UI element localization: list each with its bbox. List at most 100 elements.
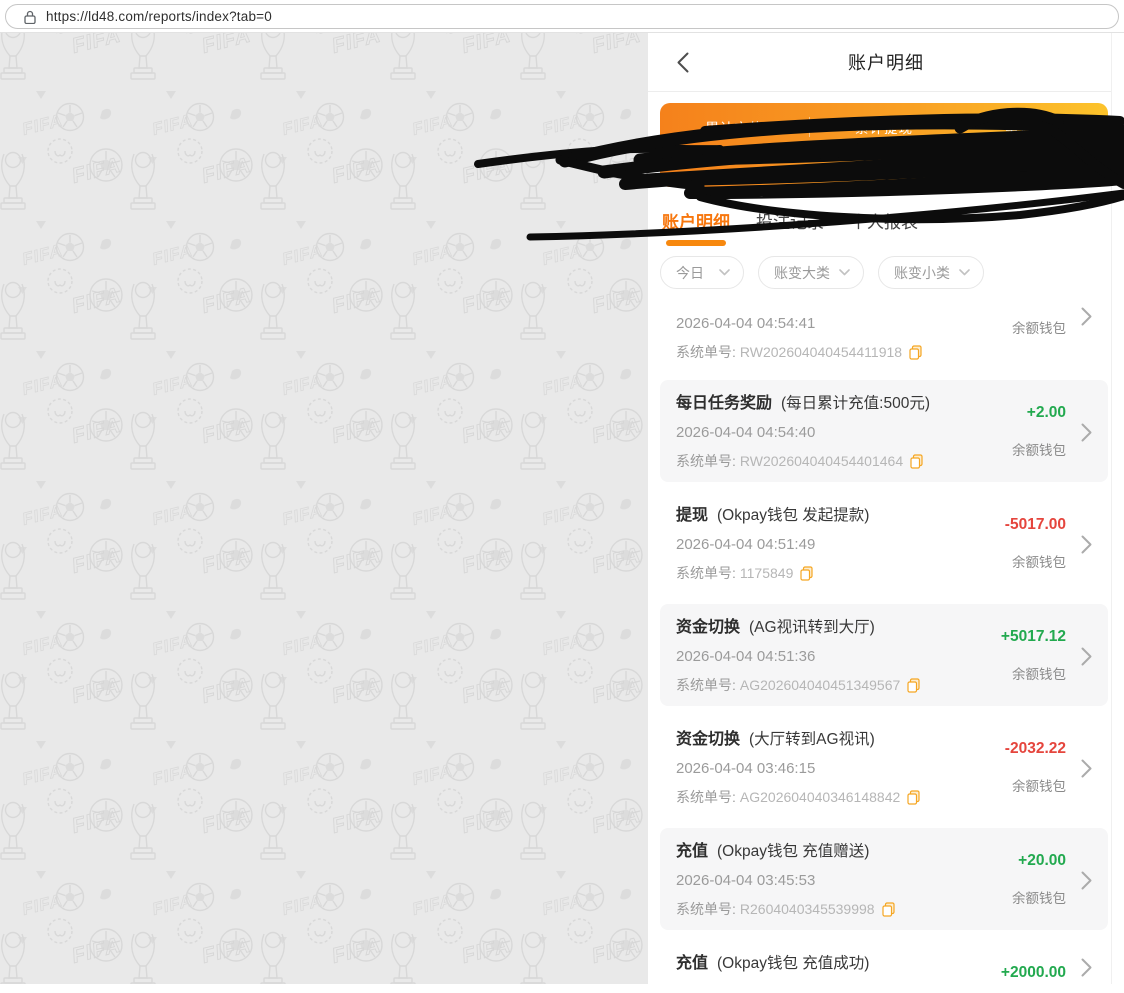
summary-label: 累计充值 [660, 117, 809, 137]
chevron-down-icon [719, 269, 730, 276]
transaction-datetime: 2026-04-04 04:54:41 [676, 314, 982, 334]
padlock-icon [24, 10, 36, 24]
chevron-left-icon [677, 52, 689, 73]
tab-1[interactable]: 账户明细 [662, 208, 730, 246]
order-number-label: 系统单号: [676, 675, 736, 695]
copy-icon[interactable] [907, 678, 920, 693]
chevron-down-icon [959, 269, 970, 276]
order-number-label: 系统单号: [676, 451, 736, 471]
summary-column: 累计领取 [958, 117, 1108, 137]
transaction-title: 资金切换 (AG视讯转到大厅) [676, 617, 982, 638]
tab-label: 投注记录 [756, 213, 824, 232]
transaction-amount: +5017.12 [1001, 628, 1066, 646]
back-button[interactable] [670, 49, 696, 75]
order-number-label: 系统单号: [676, 899, 736, 919]
transaction-row[interactable]: 提现 (Okpay钱包 发起提款) 2026-04-04 04:51:49 系统单… [660, 492, 1108, 594]
scrollbar[interactable] [1111, 33, 1124, 984]
transaction-list: 2026-04-04 04:54:41 系统单号: RW202604040454… [648, 301, 1124, 993]
transaction-datetime: 2026-04-04 04:54:40 [676, 423, 982, 443]
filter-dropdown[interactable]: 账变小类 [878, 256, 984, 289]
summary-label: 累计提现 [810, 117, 959, 137]
copy-icon[interactable] [800, 566, 813, 581]
chevron-down-icon [839, 269, 850, 276]
address-bar[interactable]: https://ld48.com/reports/index?tab=0 [5, 4, 1119, 29]
tab-bar: 账户明细 投注记录 个人报表 [648, 208, 1124, 246]
transaction-row[interactable]: 2026-04-04 04:54:41 系统单号: RW202604040454… [660, 301, 1108, 370]
order-number: AG202604040346148842 [740, 787, 900, 807]
browser-url-bar: https://ld48.com/reports/index?tab=0 [0, 0, 1124, 33]
order-number: RW202604040454401464 [740, 451, 903, 471]
transaction-note: (Okpay钱包 充值赠送) [717, 843, 869, 860]
transaction-datetime: 2026-04-04 04:51:36 [676, 647, 982, 667]
chevron-right-icon [1066, 393, 1092, 471]
transaction-title: 资金切换 (大厅转到AG视讯) [676, 729, 982, 750]
copy-icon[interactable] [882, 902, 895, 917]
summary-card: 累计充值 累计提现 累计领取 [660, 103, 1108, 187]
filter-label: 今日 [676, 263, 704, 283]
chevron-right-icon [1066, 617, 1092, 695]
chevron-right-icon [1066, 953, 1092, 982]
fifa-watermark-background: FIFA FIFA [0, 33, 650, 984]
wallet-label: 余额钱包 [1012, 891, 1066, 907]
transaction-title: 充值 (Okpay钱包 充值赠送) [676, 841, 982, 862]
transaction-row[interactable]: 资金切换 (大厅转到AG视讯) 2026-04-04 03:46:15 系统单号:… [660, 716, 1108, 818]
transaction-row[interactable]: 每日任务奖励(每日累计充值:500元) 2026-04-04 04:54:40 … [660, 380, 1108, 482]
chevron-right-icon [1066, 505, 1092, 583]
summary-label: 累计领取 [959, 117, 1108, 137]
transaction-row[interactable]: 充值(Okpay钱包 充值成功) 系统单号: +2000.00 [660, 940, 1108, 993]
transaction-title: 提现 (Okpay钱包 发起提款) [676, 505, 982, 526]
order-number: 1175849 [740, 563, 793, 583]
order-number-label: 系统单号: [676, 342, 736, 362]
order-number-label: 系统单号: [676, 563, 736, 583]
tab-3[interactable]: 个人报表 [850, 208, 918, 246]
order-number: AG202604040451349567 [740, 675, 900, 695]
filter-label: 账变大类 [774, 263, 830, 283]
tab-2[interactable]: 投注记录 [756, 208, 824, 246]
transaction-amount: +20.00 [1018, 852, 1066, 870]
panel-header: 账户明细 [648, 33, 1124, 92]
chevron-right-icon [1066, 305, 1092, 362]
summary-column: 累计充值 [660, 117, 809, 137]
transaction-title: 每日任务奖励 (每日累计充值:500元) [676, 393, 982, 414]
transaction-type: 充值 [676, 843, 708, 860]
url-text: https://ld48.com/reports/index?tab=0 [46, 9, 272, 24]
active-tab-underline [666, 240, 726, 246]
transaction-row[interactable]: 充值(Okpay钱包 充值赠送) 2026-04-04 03:45:53 系统单… [660, 828, 1108, 930]
transaction-type: 资金切换 [676, 731, 740, 748]
wallet-label: 余额钱包 [1012, 321, 1066, 337]
transaction-title: 充值 (Okpay钱包 充值成功) [676, 953, 982, 974]
transaction-amount: +2000.00 [1001, 964, 1066, 982]
filter-dropdown[interactable]: 账变大类 [758, 256, 864, 289]
wallet-label: 余额钱包 [1012, 779, 1066, 795]
filter-label: 账变小类 [894, 263, 950, 283]
transaction-type: 充值 [676, 955, 708, 972]
transaction-note: (Okpay钱包 充值成功) [717, 955, 869, 972]
copy-icon[interactable] [907, 790, 920, 805]
fifa-pattern-svg: FIFA FIFA [0, 33, 650, 984]
transaction-note: (Okpay钱包 发起提款) [717, 507, 869, 524]
transaction-row[interactable]: 资金切换 (AG视讯转到大厅) 2026-04-04 04:51:36 系统单号:… [660, 604, 1108, 706]
transaction-type: 每日任务奖励 [676, 395, 772, 412]
transaction-note: (AG视讯转到大厅) [749, 619, 875, 636]
transaction-note: (大厅转到AG视讯) [749, 731, 875, 748]
transaction-datetime: 2026-04-04 04:51:49 [676, 535, 982, 555]
transaction-datetime: 2026-04-04 03:46:15 [676, 759, 982, 779]
transaction-type: 提现 [676, 507, 708, 524]
chevron-right-icon [1066, 841, 1092, 919]
transaction-type: 资金切换 [676, 619, 740, 636]
copy-icon[interactable] [909, 345, 922, 360]
chevron-right-icon [1066, 729, 1092, 807]
account-detail-panel: 账户明细 累计充值 累计提现 累计领取 账户明细 投注记录 个人报表 今日 账变… [648, 33, 1124, 984]
wallet-label: 余额钱包 [1012, 667, 1066, 683]
summary-column: 累计提现 [809, 117, 959, 137]
filter-bar: 今日 账变大类 账变小类 [648, 246, 1124, 301]
filter-dropdown[interactable]: 今日 [660, 256, 744, 289]
order-number-label: 系统单号: [676, 787, 736, 807]
transaction-amount: -5017.00 [1005, 516, 1066, 534]
transaction-amount: -2032.22 [1005, 740, 1066, 758]
transaction-note: (每日累计充值:500元) [781, 395, 930, 412]
transaction-amount: +2.00 [1027, 404, 1066, 422]
copy-icon[interactable] [910, 454, 923, 469]
tab-label: 账户明细 [662, 213, 730, 232]
page-title: 账户明细 [848, 49, 924, 75]
